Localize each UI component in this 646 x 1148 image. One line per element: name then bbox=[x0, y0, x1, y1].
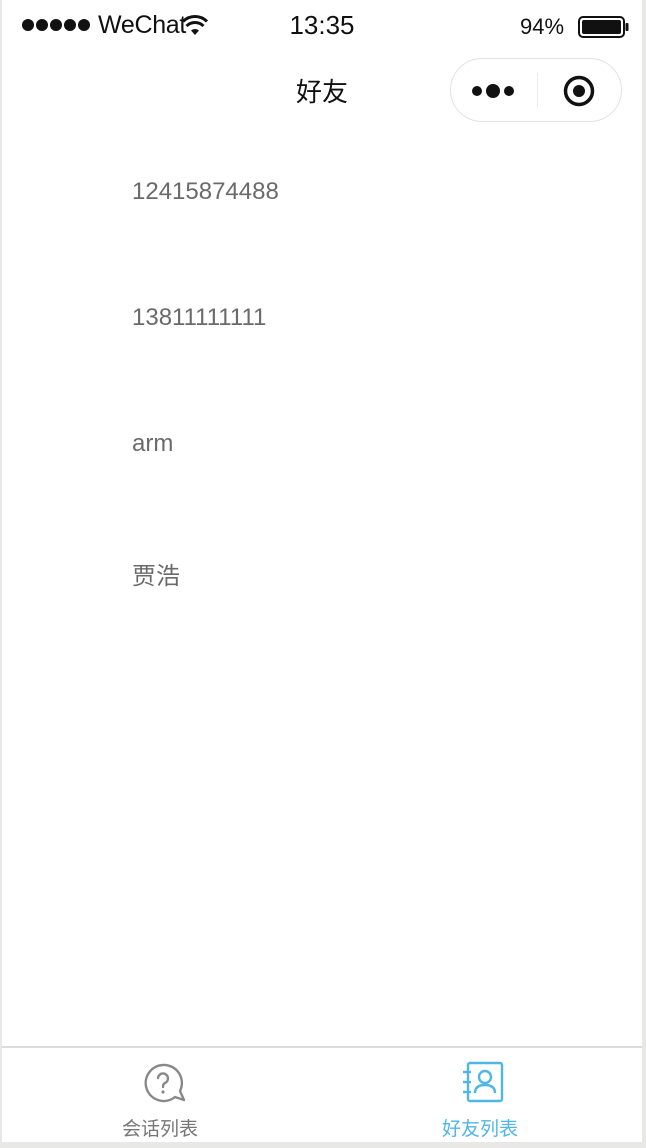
friend-list-item[interactable]: 贾浩 bbox=[2, 508, 642, 634]
friend-list-item[interactable]: 12415874488 bbox=[2, 130, 642, 256]
tab-friends[interactable]: 好友列表 bbox=[322, 1048, 642, 1142]
contacts-icon bbox=[463, 1061, 504, 1103]
battery-percentage: 94% bbox=[520, 14, 565, 39]
capsule-divider bbox=[537, 73, 538, 109]
mini-program-capsule bbox=[450, 58, 622, 122]
friend-name: arm bbox=[132, 430, 174, 457]
friend-list-item[interactable]: arm bbox=[2, 382, 642, 508]
friend-name: 13811111111 bbox=[132, 304, 267, 331]
tab-label: 会话列表 bbox=[122, 1119, 199, 1140]
tab-bar: 会话列表 好友列表 bbox=[2, 1046, 642, 1142]
battery-icon bbox=[578, 16, 629, 38]
close-target-icon[interactable] bbox=[563, 75, 595, 107]
phone-screen: WeChat 13:35 94% 好友 12415874488 13811111… bbox=[2, 0, 642, 1142]
friend-name: 12415874488 bbox=[132, 178, 279, 205]
chat-question-icon bbox=[144, 1063, 186, 1103]
friend-list-item[interactable]: 13811111111 bbox=[2, 256, 642, 382]
more-icon[interactable] bbox=[469, 79, 521, 103]
friend-name: 贾浩 bbox=[132, 563, 180, 590]
tab-label: 好友列表 bbox=[442, 1119, 519, 1140]
friend-list: 12415874488 13811111111 arm 贾浩 bbox=[2, 130, 642, 634]
tab-conversations[interactable]: 会话列表 bbox=[2, 1048, 322, 1142]
status-bar: WeChat 13:35 94% bbox=[2, 0, 642, 48]
